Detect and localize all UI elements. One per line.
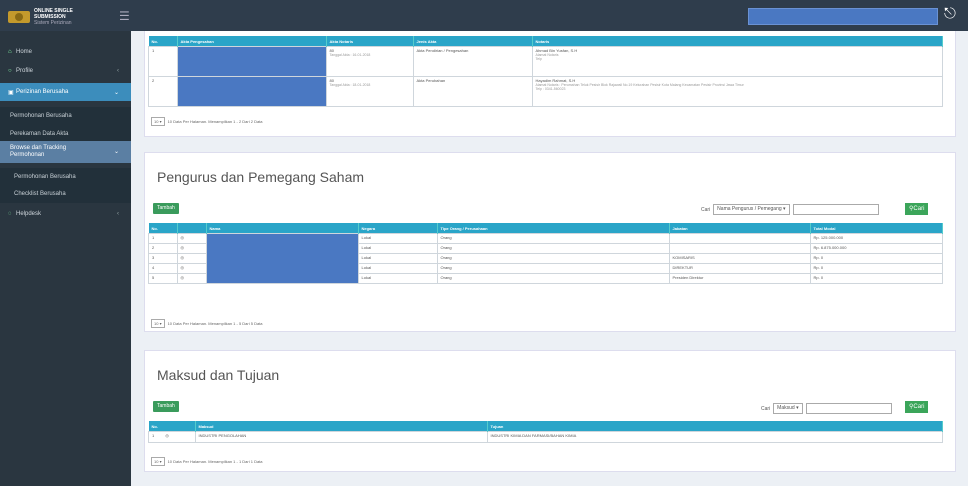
table-row: 1 80 Tanggal Akta : 16-01-2018 Akta Pendi…	[148, 46, 943, 77]
col-header[interactable]: Total Modal	[810, 223, 943, 234]
eye-icon[interactable]: ◎	[176, 243, 207, 254]
table-header-row: No. Nama Negara Tipe Orang / Perusahaan …	[148, 223, 943, 234]
logout-icon[interactable]: ⎋	[944, 5, 956, 22]
col-header[interactable]: Akta Pengesahan	[177, 36, 327, 47]
app-logo[interactable]: ONLINE SINGLE SUBMISSION Sistem Perizina…	[8, 8, 94, 26]
logo-subtitle: Sistem Perizinan	[34, 20, 72, 26]
search-field-select[interactable]: Nama Pengurus / Pemegang ▾	[713, 204, 790, 215]
sidebar-item-checklist[interactable]: Checklist Berusaha	[0, 185, 131, 203]
eye-icon[interactable]: ◎	[176, 233, 207, 244]
chevron-left-icon: ‹	[117, 211, 119, 217]
table-row: 1 ◎ Lokal Orang Rp. 125.000.000	[148, 233, 943, 284]
section-title: Pengurus dan Pemegang Saham	[157, 169, 365, 185]
sidebar-item-perizinan[interactable]: ▣ Perizinan Berusaha ⌄	[0, 83, 131, 101]
col-header[interactable]: Akta Notaris	[326, 36, 414, 47]
search-bar: Cari Maksud ▾	[761, 403, 892, 414]
table-pagination: 10 ▾ 10 Data Per Halaman. Menampilkan 1 …	[151, 457, 263, 466]
table-header-row: No. Maksud Tujuan	[148, 421, 943, 432]
redacted-cell	[176, 46, 327, 77]
sidebar-item-permohonan-sub[interactable]: Permohonan Berusaha	[0, 168, 131, 186]
help-icon: ◌	[8, 211, 12, 217]
search-bar: Cari Nama Pengurus / Pemegang ▾	[701, 204, 879, 215]
chevron-down-icon: ⌄	[113, 89, 119, 96]
redacted-cell	[176, 76, 327, 107]
per-page-select[interactable]: 10 ▾	[151, 319, 165, 328]
sidebar-item-permohonan[interactable]: Permohonan Berusaha	[0, 107, 131, 125]
eye-icon[interactable]: ◎	[176, 253, 207, 264]
home-icon: ⌂	[8, 49, 12, 55]
sidebar-item-browse[interactable]: Browse dan Tracking Permohonan ⌄	[0, 141, 131, 163]
col-header[interactable]: Notaris	[532, 36, 943, 47]
pengurus-section: Pengurus dan Pemegang Saham Tambah Cari …	[144, 152, 956, 332]
col-header[interactable]: No.	[148, 223, 178, 234]
eye-icon[interactable]: ◎	[176, 263, 207, 274]
search-button[interactable]: ⚲Cari	[905, 203, 929, 215]
table-header-row: No. Akta Pengesahan Akta Notaris Jenis A…	[148, 36, 943, 47]
table-pagination: 10 ▾ 10 Data Per Halaman. Menampilkan 1 …	[151, 117, 263, 126]
briefcase-icon: ▣	[8, 89, 14, 96]
sidebar-item-profile[interactable]: ○ Profile ‹	[0, 62, 131, 80]
chevron-down-icon: ⌄	[113, 148, 119, 155]
top-navbar: ONLINE SINGLE SUBMISSION Sistem Perizina…	[0, 0, 968, 31]
sidebar: ⌂ Home ○ Profile ‹ ▣ Perizinan Berusaha ⌄ Per…	[0, 31, 131, 486]
sidebar-item-home[interactable]: ⌂ Home	[0, 43, 131, 61]
eye-icon[interactable]: ◎	[176, 273, 207, 284]
table-pagination: 10 ▾ 10 Data Per Halaman. Menampilkan 1 …	[151, 319, 263, 328]
search-field-select[interactable]: Maksud ▾	[773, 403, 803, 414]
logo-title: ONLINE SINGLE SUBMISSION	[34, 8, 73, 20]
akta-table: No. Akta Pengesahan Akta Notaris Jenis A…	[148, 36, 943, 107]
pengurus-table: No. Nama Negara Tipe Orang / Perusahaan …	[148, 223, 943, 284]
table-row: 1 ◎ INDUSTRI PENGOLAHAN INDUSTRI KIMIA D…	[148, 431, 943, 443]
search-button[interactable]: ⚲Cari	[905, 401, 929, 413]
search-input[interactable]	[805, 403, 892, 414]
chevron-left-icon: ‹	[117, 68, 119, 74]
col-header[interactable]: Jabatan	[669, 223, 811, 234]
redacted-cell	[205, 233, 359, 284]
col-header[interactable]: Negara	[358, 223, 438, 234]
user-info-redacted[interactable]	[748, 8, 938, 25]
table-row: 2 80 Tanggal Akta : 18-01-2018 Akta Perub…	[148, 76, 943, 107]
maksud-section: Maksud dan Tujuan Tambah Cari Maksud ▾ ⚲…	[144, 350, 956, 472]
col-header[interactable]: Jenis Akta	[413, 36, 533, 47]
eye-icon[interactable]: ◎	[165, 433, 169, 438]
col-header	[177, 223, 207, 234]
col-header[interactable]: Tujuan	[487, 421, 943, 432]
col-header[interactable]: No.	[148, 36, 178, 47]
per-page-select[interactable]: 10 ▾	[151, 117, 165, 126]
col-header[interactable]: Nama	[206, 223, 359, 234]
sidebar-item-helpdesk[interactable]: ◌ Helpdesk ‹	[0, 205, 131, 223]
garuda-logo-icon	[8, 11, 30, 23]
col-header[interactable]: Maksud	[195, 421, 488, 432]
col-header[interactable]: No.	[148, 421, 196, 432]
tambah-button[interactable]: Tambah	[153, 401, 179, 412]
per-page-select[interactable]: 10 ▾	[151, 457, 165, 466]
section-title: Maksud dan Tujuan	[157, 367, 280, 383]
user-icon: ○	[8, 68, 12, 74]
search-input[interactable]	[792, 204, 879, 215]
col-header[interactable]: Tipe Orang / Perusahaan	[437, 223, 670, 234]
maksud-table: No. Maksud Tujuan 1 ◎ INDUSTRI PENGOLAHA…	[148, 421, 943, 443]
akta-section: No. Akta Pengesahan Akta Notaris Jenis A…	[144, 31, 956, 137]
sidebar-toggle-icon[interactable]: ☰	[119, 9, 130, 23]
tambah-button[interactable]: Tambah	[153, 203, 179, 214]
